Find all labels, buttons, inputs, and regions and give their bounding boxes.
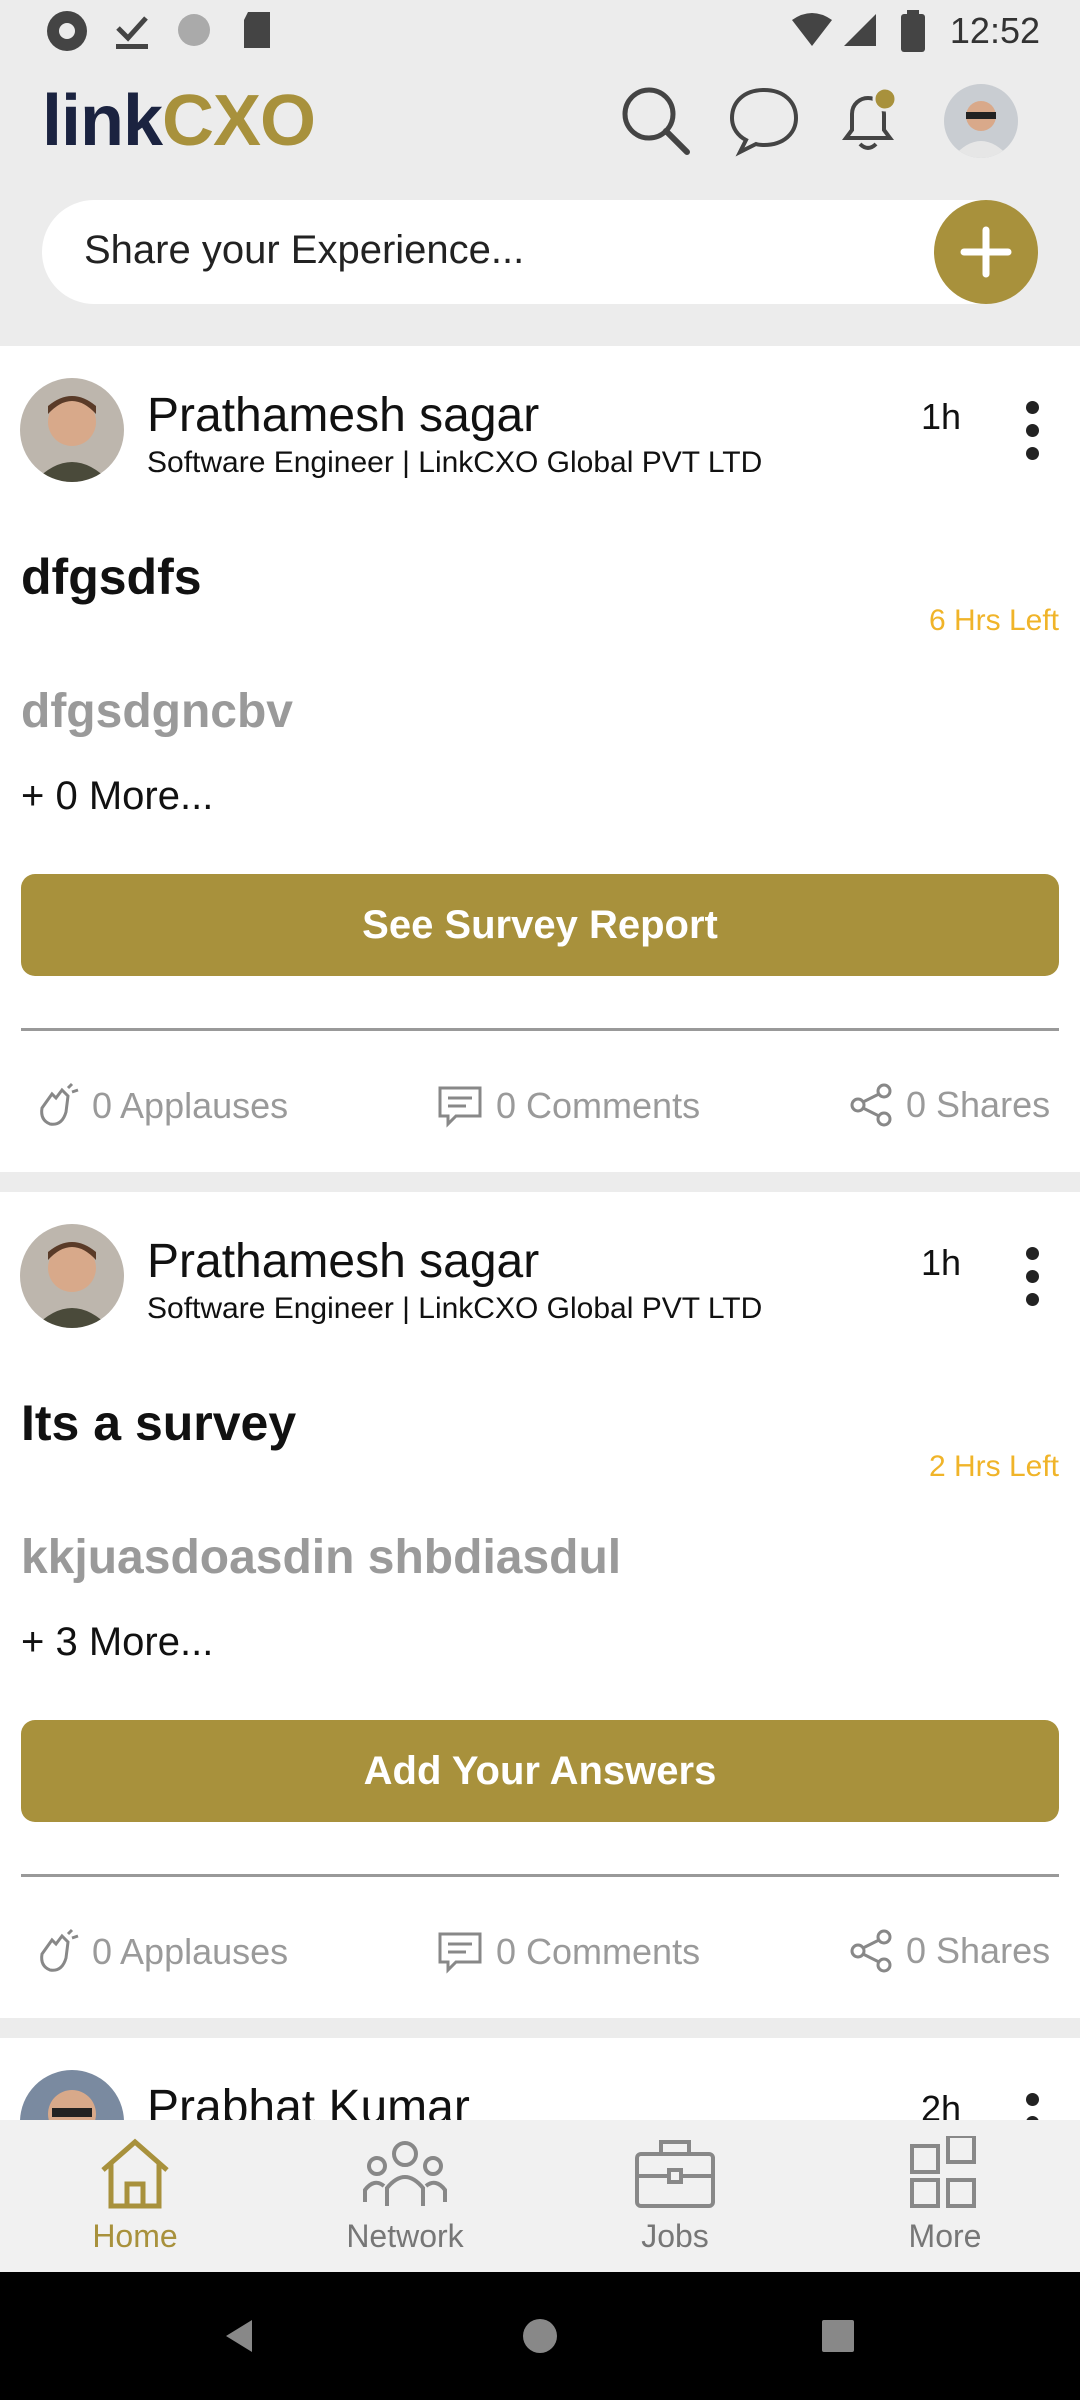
- nav-more[interactable]: More: [845, 2134, 1045, 2255]
- nav-jobs-label: Jobs: [641, 2218, 709, 2254]
- author-name[interactable]: Prabhat Kumar: [147, 2080, 470, 2120]
- comment-icon: [438, 1932, 482, 1974]
- more-options-link[interactable]: + 3 More...: [21, 1620, 213, 1665]
- comment-button[interactable]: 0 Comments: [436, 1928, 700, 1976]
- battery-icon: [901, 10, 925, 52]
- loading-icon: [178, 14, 210, 46]
- notification-bell-icon[interactable]: [830, 82, 906, 158]
- plus-icon: [960, 226, 1012, 278]
- nav-home[interactable]: Home: [35, 2136, 235, 2255]
- status-bar: 12:52: [0, 0, 1080, 62]
- divider: [21, 1028, 1059, 1031]
- applause-icon: [40, 1082, 79, 1126]
- author-name[interactable]: Prathamesh sagar: [147, 1234, 539, 1289]
- comment-button[interactable]: 0 Comments: [436, 1082, 700, 1130]
- see-survey-report-button[interactable]: See Survey Report: [21, 874, 1059, 976]
- author-avatar[interactable]: [20, 1224, 124, 1328]
- post-time: 1h: [921, 396, 962, 437]
- briefcase-icon: [635, 2140, 715, 2208]
- comment-count: 0 Comments: [496, 1931, 701, 1972]
- applause-button[interactable]: 0 Applauses: [32, 1928, 288, 1976]
- survey-title: Its a survey: [21, 1395, 297, 1451]
- bottom-navigation: Home Network Jobs More: [0, 2120, 1080, 2272]
- back-icon[interactable]: [222, 2316, 256, 2356]
- author-role: Software Engineer | LinkCXO Global PVT L…: [147, 446, 763, 479]
- logo-text-cxo: CXO: [162, 81, 316, 161]
- post-time: 1h: [921, 1242, 962, 1283]
- share-experience-input[interactable]: Share your Experience...: [42, 200, 1036, 304]
- share-experience-placeholder: Share your Experience...: [84, 228, 525, 272]
- comment-icon: [438, 1086, 482, 1128]
- sync-icon: [47, 11, 87, 51]
- applause-icon: [40, 1928, 79, 1972]
- applause-button[interactable]: 0 Applauses: [32, 1082, 288, 1130]
- author-name[interactable]: Prathamesh sagar: [147, 388, 539, 443]
- post-card: Prathamesh sagar Software Engineer | Lin…: [0, 1192, 1080, 2018]
- network-icon: [363, 2141, 447, 2206]
- share-button[interactable]: 0 Shares: [848, 1082, 1050, 1128]
- survey-option: dfgsdgncbv: [21, 685, 293, 738]
- sd-card-icon: [244, 12, 270, 48]
- post-card: Prabhat Kumar 2h: [0, 2038, 1080, 2120]
- divider: [21, 1874, 1059, 1877]
- download-done-icon: [116, 16, 148, 49]
- more-options-icon[interactable]: [1022, 401, 1042, 470]
- comment-count: 0 Comments: [496, 1085, 701, 1126]
- more-options-link[interactable]: + 0 More...: [21, 774, 213, 819]
- author-avatar[interactable]: [20, 2070, 124, 2120]
- app-logo: linkCXO: [42, 80, 316, 162]
- share-icon: [850, 1929, 892, 1973]
- home-button-icon[interactable]: [520, 2316, 560, 2356]
- survey-title: dfgsdfs: [21, 549, 202, 605]
- signal-icon: [844, 14, 876, 46]
- applause-count: 0 Applauses: [92, 1931, 289, 1972]
- applause-count: 0 Applauses: [92, 1085, 289, 1126]
- nav-network[interactable]: Network: [305, 2136, 505, 2255]
- status-time: 12:52: [949, 10, 1040, 51]
- nav-network-label: Network: [346, 2218, 464, 2254]
- author-role: Software Engineer | LinkCXO Global PVT L…: [147, 1292, 763, 1325]
- more-options-icon[interactable]: [1022, 1247, 1042, 1316]
- share-count: 0 Shares: [906, 1084, 1051, 1125]
- user-avatar[interactable]: [944, 84, 1018, 158]
- share-count: 0 Shares: [906, 1930, 1051, 1971]
- system-navigation-bar: [0, 2272, 1080, 2400]
- post-time: 2h: [921, 2088, 962, 2120]
- wifi-icon: [792, 13, 832, 46]
- time-left-label: 6 Hrs Left: [928, 604, 1059, 637]
- nav-home-label: Home: [92, 2218, 178, 2254]
- home-icon: [101, 2138, 169, 2209]
- more-options-icon[interactable]: [1022, 2093, 1042, 2120]
- add-your-answers-button[interactable]: Add Your Answers: [21, 1720, 1059, 1822]
- author-avatar[interactable]: [20, 378, 124, 482]
- create-post-button[interactable]: [934, 200, 1038, 304]
- post-card: Prathamesh sagar Software Engineer | Lin…: [0, 346, 1080, 1172]
- share-button[interactable]: 0 Shares: [848, 1928, 1050, 1974]
- survey-option: kkjuasdoasdin shbdiasdul: [21, 1531, 622, 1584]
- grid-icon: [910, 2134, 976, 2208]
- logo-text-link: link: [42, 81, 163, 161]
- search-icon[interactable]: [617, 82, 693, 158]
- share-icon: [850, 1083, 892, 1127]
- nav-jobs[interactable]: Jobs: [575, 2136, 775, 2255]
- time-left-label: 2 Hrs Left: [928, 1450, 1059, 1483]
- nav-more-label: More: [908, 2218, 982, 2254]
- recents-icon[interactable]: [820, 2318, 856, 2354]
- chat-icon[interactable]: [726, 82, 802, 158]
